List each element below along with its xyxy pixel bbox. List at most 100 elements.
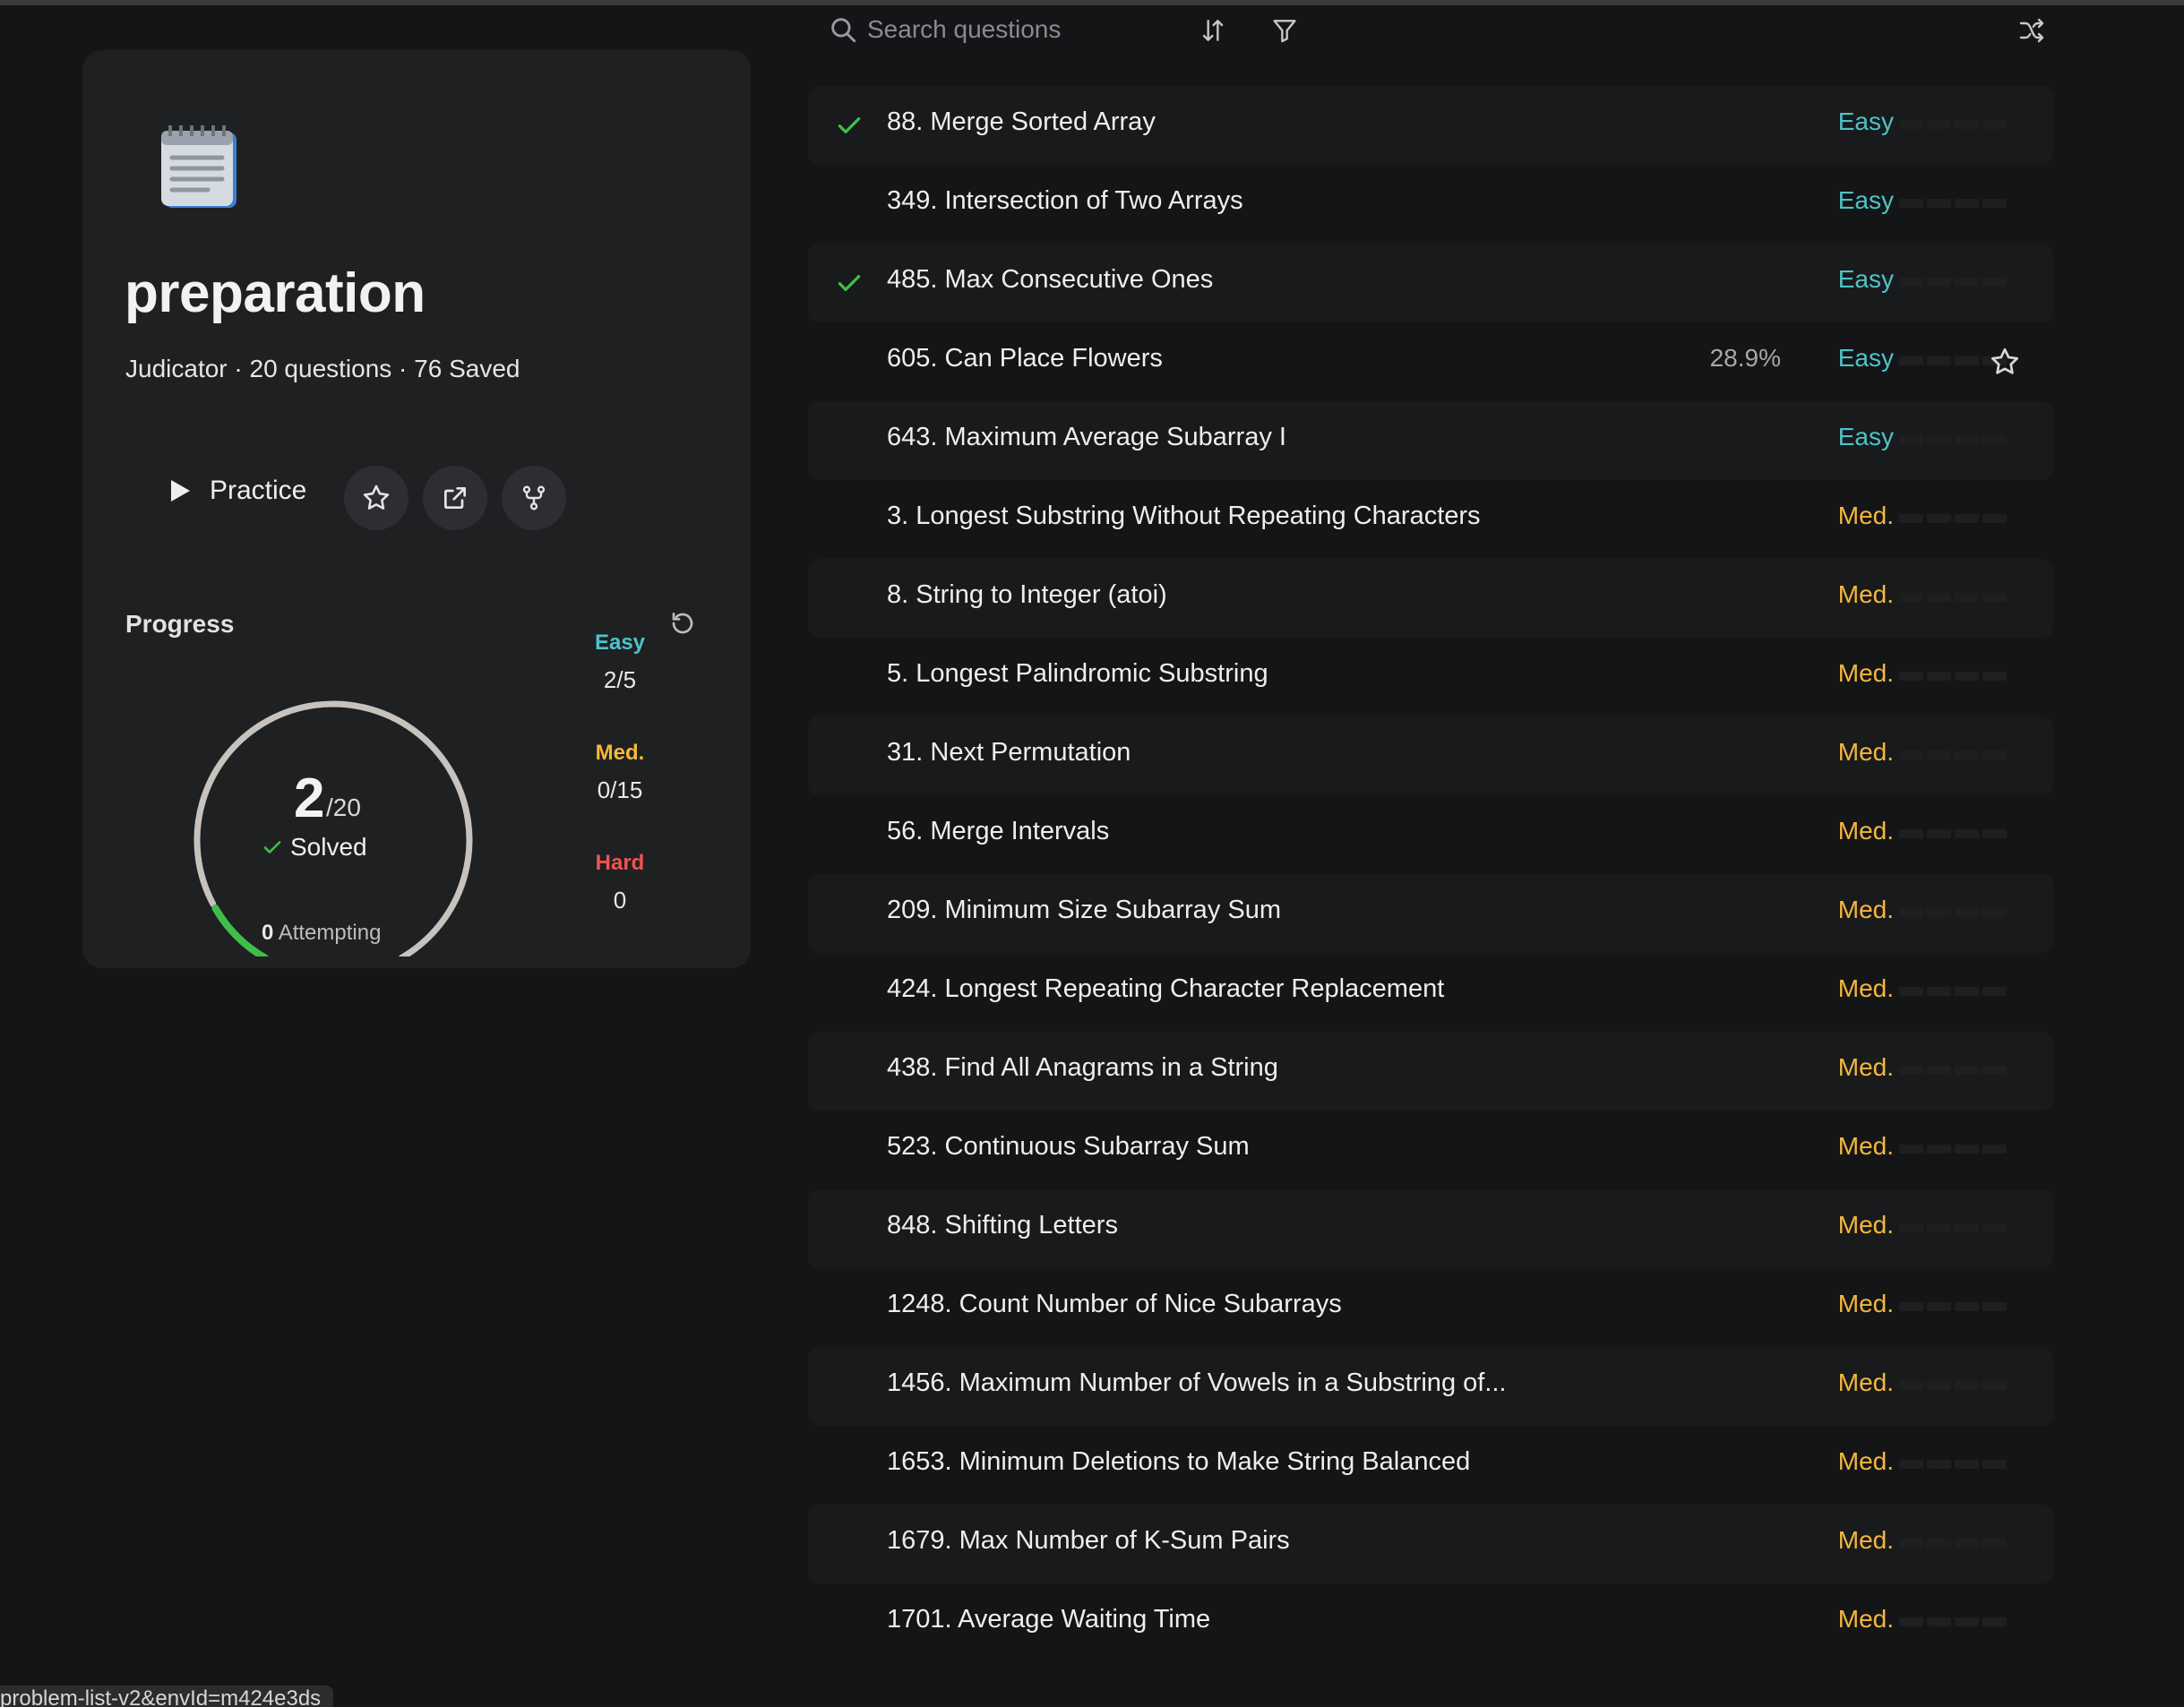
progress-label: Progress [125,610,235,638]
question-title[interactable]: 8. String to Integer (atoi) [887,580,1167,610]
frequency-segment [1899,1460,1923,1469]
frequency-segment [1982,514,2007,523]
question-row[interactable]: 56. Merge Intervals Med. [808,795,2053,874]
favorite-button[interactable] [344,466,408,530]
shuffle-button[interactable] [2012,11,2051,50]
question-row[interactable]: 1248. Count Number of Nice Subarrays Med. [808,1268,2053,1347]
frequency-segment [1927,356,1951,365]
question-title[interactable]: 5. Longest Palindromic Substring [887,659,1268,689]
easy-stat: Easy 2/5 [584,630,656,694]
frequency-segment [1982,1539,2007,1548]
reset-progress-button[interactable] [665,605,701,641]
frequency-segment [1982,672,2007,681]
frequency-segment [1927,278,1951,287]
question-row[interactable]: 848. Shifting Letters Med. [808,1189,2053,1268]
fork-button[interactable] [502,466,566,530]
question-title[interactable]: 3. Longest Substring Without Repeating C… [887,502,1481,531]
search-input[interactable] [867,11,1172,48]
frequency-segment [1899,1145,1923,1154]
question-title[interactable]: 485. Max Consecutive Ones [887,265,1213,295]
question-row[interactable]: 31. Next Permutation Med. [808,716,2053,795]
frequency-segment [1927,751,1951,759]
frequency-bar [1899,1460,2007,1469]
frequency-segment [1955,1223,1979,1232]
question-row[interactable]: 5. Longest Palindromic Substring Med. [808,638,2053,716]
question-row[interactable]: 8. String to Integer (atoi) Med. [808,559,2053,638]
question-title[interactable]: 424. Longest Repeating Character Replace… [887,974,1444,1004]
frequency-bar [1899,1066,2007,1075]
frequency-segment [1927,593,1951,602]
frequency-bar [1899,1223,2007,1232]
frequency-bar [1899,987,2007,996]
question-row[interactable]: 523. Continuous Subarray Sum Med. [808,1111,2053,1189]
frequency-segment [1899,672,1923,681]
status-bar-url: problem-list-v2&envId=m424e3ds [0,1686,334,1707]
difficulty-label: Med. [1837,659,1894,687]
question-title[interactable]: 1653. Minimum Deletions to Make String B… [887,1447,1470,1477]
question-row[interactable]: 349. Intersection of Two Arrays Easy [808,165,2053,244]
question-row[interactable]: 209. Minimum Size Subarray Sum Med. [808,874,2053,953]
frequency-segment [1982,908,2007,917]
filter-button[interactable] [1265,11,1304,50]
frequency-segment [1955,987,1979,996]
share-button[interactable] [423,466,487,530]
hard-stat: Hard 0 [584,851,656,914]
difficulty-label: Med. [1837,1605,1894,1633]
question-title[interactable]: 643. Maximum Average Subarray I [887,423,1286,452]
question-title[interactable]: 605. Can Place Flowers [887,344,1163,373]
question-title[interactable]: 349. Intersection of Two Arrays [887,186,1243,216]
question-title[interactable]: 31. Next Permutation [887,738,1131,768]
filter-icon [1273,20,1296,43]
question-row[interactable]: 424. Longest Repeating Character Replace… [808,953,2053,1032]
frequency-segment [1899,514,1923,523]
frequency-bar [1899,593,2007,602]
question-row[interactable]: 1679. Max Number of K-Sum Pairs Med. [808,1505,2053,1583]
question-title[interactable]: 523. Continuous Subarray Sum [887,1132,1250,1162]
frequency-segment [1899,120,1923,129]
frequency-segment [1899,593,1923,602]
practice-button[interactable]: Practice [150,459,322,523]
question-row[interactable]: 1456. Maximum Number of Vowels in a Subs… [808,1347,2053,1426]
frequency-segment [1982,1066,2007,1075]
difficulty-label: Med. [1837,580,1894,608]
easy-stat-value: 2/5 [603,666,637,693]
reset-icon [672,613,693,634]
solved-total: /20 [326,793,361,821]
question-row[interactable]: 88. Merge Sorted Array Easy [808,86,2053,165]
frequency-bar [1899,672,2007,681]
question-title[interactable]: 209. Minimum Size Subarray Sum [887,896,1281,925]
frequency-segment [1982,1617,2007,1626]
frequency-segment [1899,1539,1923,1548]
question-title[interactable]: 1679. Max Number of K-Sum Pairs [887,1526,1290,1556]
frequency-segment [1955,1145,1979,1154]
frequency-segment [1955,829,1979,838]
question-title[interactable]: 88. Merge Sorted Array [887,107,1156,137]
medium-stat-label: Med. [595,741,645,765]
question-title[interactable]: 1701. Average Waiting Time [887,1605,1210,1634]
difficulty-label: Med. [1837,1132,1894,1160]
star-icon [363,485,390,510]
question-row[interactable]: 1653. Minimum Deletions to Make String B… [808,1426,2053,1505]
sort-button[interactable] [1193,11,1233,50]
difficulty-label: Easy [1837,344,1894,372]
question-row[interactable]: 643. Maximum Average Subarray I Easy [808,401,2053,480]
frequency-bar [1899,829,2007,838]
question-row[interactable]: 3. Longest Substring Without Repeating C… [808,480,2053,559]
question-title[interactable]: 56. Merge Intervals [887,817,1109,846]
frequency-bar [1899,908,2007,917]
question-title[interactable]: 1456. Maximum Number of Vowels in a Subs… [887,1368,1506,1398]
practice-label: Practice [210,476,307,505]
star-icon[interactable] [1989,346,2021,378]
question-row[interactable]: 485. Max Consecutive Ones Easy [808,244,2053,322]
share-icon [444,487,466,509]
question-title[interactable]: 1248. Count Number of Nice Subarrays [887,1290,1342,1319]
fork-icon [522,485,546,510]
question-title[interactable]: 438. Find All Anagrams in a String [887,1053,1278,1083]
frequency-bar [1899,1539,2007,1548]
question-row[interactable]: 605. Can Place Flowers 28.9% Easy [808,322,2053,401]
frequency-segment [1955,1460,1979,1469]
question-row[interactable]: 438. Find All Anagrams in a String Med. [808,1032,2053,1111]
question-title[interactable]: 848. Shifting Letters [887,1211,1118,1240]
question-row[interactable]: 1701. Average Waiting Time Med. [808,1583,2053,1662]
list-title: preparation [125,262,426,324]
